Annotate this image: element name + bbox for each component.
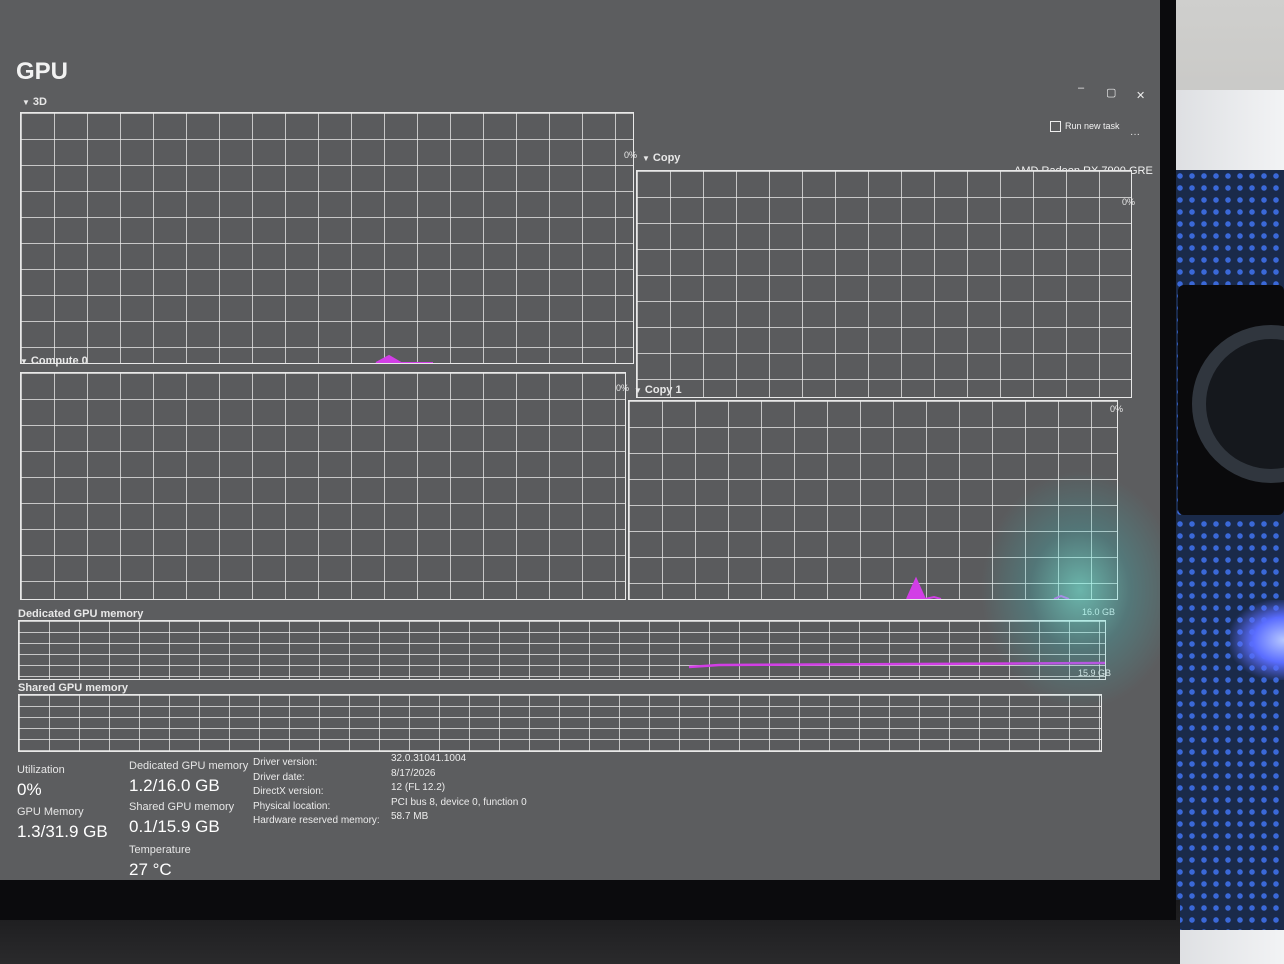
detail-label: Physical location:: [253, 800, 331, 812]
temperature-label: Temperature: [129, 844, 191, 856]
graph-3d: [20, 112, 634, 364]
engine-compute0-label: Compute 0: [30, 355, 88, 367]
engine-copy1-max: 0%: [1110, 404, 1124, 414]
detail-label: Hardware reserved memory:: [253, 815, 380, 826]
shared-memory-graph-label: Shared GPU memory: [18, 682, 129, 694]
engine-copy1-selector[interactable]: ▼ Copy 1: [634, 384, 682, 396]
graph-copy: [636, 170, 1132, 398]
dedicated-memory-graph-label: Dedicated GPU memory: [18, 608, 144, 620]
engine-3d-max: 0%: [624, 150, 638, 160]
engine-compute0-max: 0%: [616, 383, 630, 393]
dedicated-memory-label: Dedicated GPU memory: [129, 760, 249, 772]
gpu-memory-label: GPU Memory: [17, 806, 84, 818]
graph-3d-line: [375, 354, 433, 363]
graph-compute0: [20, 372, 626, 600]
details-labels: Driver version: Driver date: DirectX ver…: [253, 756, 380, 829]
dedicated-memory-graph-max: 16.0 GB: [1082, 607, 1116, 617]
close-button[interactable]: ✕: [1136, 89, 1145, 102]
minimize-button[interactable]: –: [1078, 82, 1084, 94]
engine-compute0-selector[interactable]: ▼ Compute 0: [20, 355, 88, 367]
detail-label: DirectX version:: [253, 786, 324, 797]
run-new-task-button[interactable]: Run new task: [1050, 121, 1120, 133]
shared-memory-label: Shared GPU memory: [129, 801, 235, 813]
run-task-icon: [1050, 121, 1061, 133]
task-manager-window: GPU – ▢ ✕ Run new task ··· AMD Radeon RX…: [0, 0, 1160, 880]
gpu-memory-value: 1.3/31.9 GB: [17, 822, 108, 841]
chevron-down-icon: ▼: [22, 98, 30, 107]
page-title: GPU: [16, 58, 69, 85]
graph-dedicated-memory-line: [688, 661, 1105, 669]
pc-case-fan: [1178, 285, 1284, 515]
more-options-button[interactable]: ···: [1130, 129, 1140, 140]
directx-version-value: 12 (FL 12.2): [391, 782, 446, 793]
graph-shared-memory: [18, 694, 1102, 752]
details-values: 32.0.31041.1004 8/17/2026 12 (FL 12.2) P…: [391, 752, 527, 825]
run-new-task-label: Run new task: [1065, 121, 1120, 131]
pc-case-mesh: [1162, 170, 1284, 930]
maximize-button[interactable]: ▢: [1106, 86, 1116, 99]
dedicated-memory-value: 1.2/16.0 GB: [129, 776, 220, 795]
detail-label: Driver date:: [253, 771, 305, 783]
detail-label: Driver version:: [253, 757, 318, 768]
shared-memory-graph-max: 15.9 GB: [1078, 668, 1112, 678]
chevron-down-icon: ▼: [642, 154, 650, 163]
driver-date-value: 8/17/2026: [391, 767, 436, 779]
hardware-reserved-memory-value: 58.7 MB: [391, 811, 429, 822]
graph-copy1: [628, 400, 1118, 600]
monitor-bezel: GPU – ▢ ✕ Run new task ··· AMD Radeon RX…: [0, 0, 1176, 920]
graph-dedicated-memory: [18, 620, 1106, 680]
engine-copy-max: 0%: [1122, 197, 1136, 207]
engine-copy-label: Copy: [652, 152, 681, 164]
shared-memory-value: 0.1/15.9 GB: [129, 817, 220, 836]
engine-copy-selector[interactable]: ▼ Copy: [642, 152, 680, 164]
graph-copy1-line: [906, 576, 1070, 599]
chevron-down-icon: ▼: [634, 386, 642, 395]
engine-3d-label: 3D: [32, 96, 47, 108]
physical-location-value: PCI bus 8, device 0, function 0: [391, 796, 527, 808]
utilization-value: 0%: [17, 780, 42, 799]
engine-3d-selector[interactable]: ▼ 3D: [22, 96, 47, 108]
driver-version-value: 32.0.31041.1004: [391, 753, 467, 764]
utilization-label: Utilization: [17, 764, 65, 776]
temperature-value: 27 °C: [129, 860, 172, 879]
engine-copy1-label: Copy 1: [644, 384, 682, 396]
pc-case-light: [1230, 600, 1284, 680]
chevron-down-icon: ▼: [20, 357, 28, 366]
